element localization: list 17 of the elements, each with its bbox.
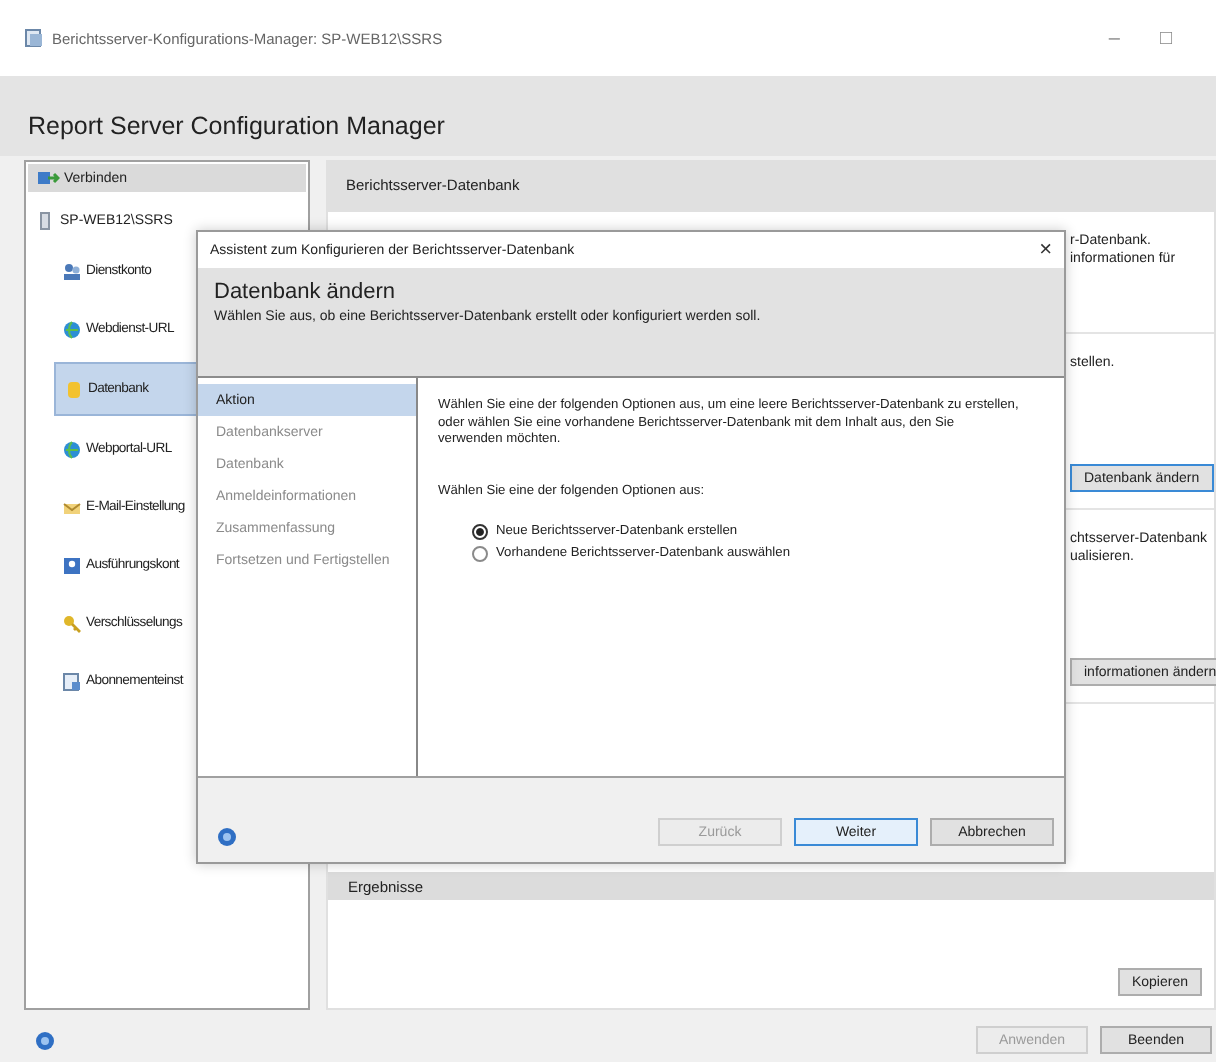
radio-button[interactable]: [472, 523, 488, 539]
close-button[interactable]: ×: [1039, 238, 1052, 262]
radio-button[interactable]: [472, 545, 488, 561]
document-icon: [62, 671, 82, 691]
envelope-icon: [62, 497, 82, 517]
people-icon: [62, 261, 82, 281]
dialog-heading: Datenbank ändern: [214, 280, 398, 304]
connect-icon: [38, 169, 60, 187]
minimize-button[interactable]: –: [1108, 27, 1120, 49]
database-icon: [64, 379, 84, 399]
server-icon: [40, 212, 50, 230]
app-title: Report Server Configuration Manager: [28, 112, 445, 140]
help-icon[interactable]: [218, 828, 236, 846]
app-icon: [24, 28, 44, 48]
help-icon[interactable]: [36, 1031, 54, 1049]
maximize-button[interactable]: □: [1159, 27, 1172, 49]
key-icon: [62, 613, 82, 633]
